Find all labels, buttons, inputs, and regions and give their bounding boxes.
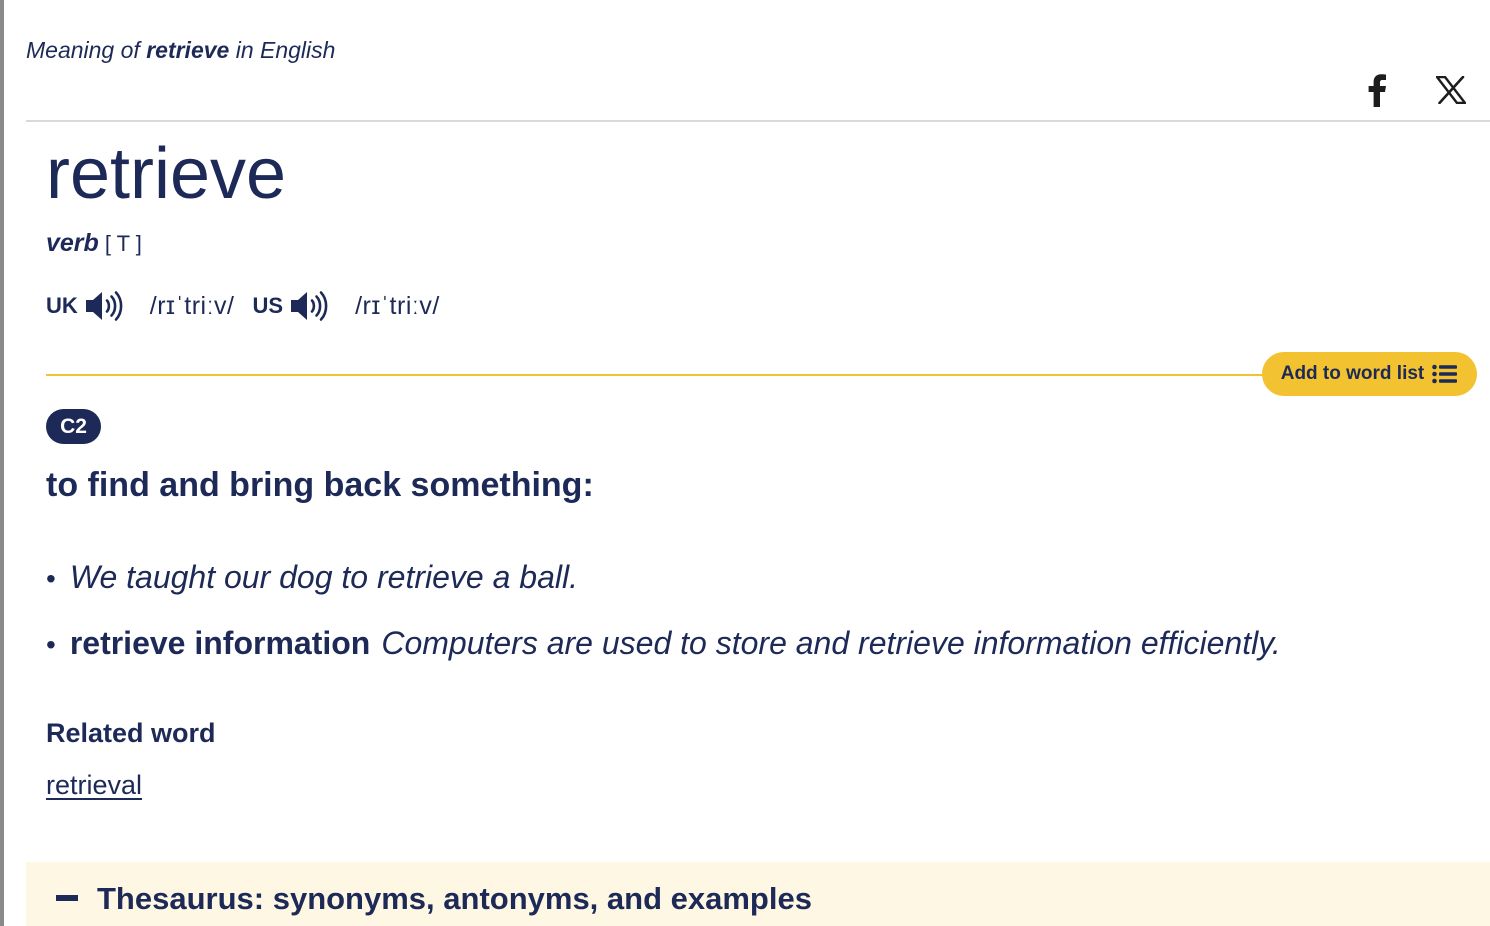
related-word-link[interactable]: retrieval [46,770,142,801]
thesaurus-toggle[interactable]: Thesaurus: synonyms, antonyms, and examp… [26,862,1490,926]
facebook-icon [1368,74,1386,107]
bullet: • [46,563,56,594]
uk-audio-button[interactable] [84,288,124,324]
grammar-code: [ T ] [104,231,142,256]
example-item: • retrieve information Computers are use… [46,625,1281,662]
us-audio-button[interactable] [289,288,329,324]
part-of-speech-line: verb[ T ] [46,229,142,258]
x-icon [1436,76,1466,104]
list-icon [1432,364,1458,384]
window-edge [0,0,4,926]
header-divider [26,120,1490,122]
example-text: Computers are used to store and retrieve… [381,625,1281,661]
minus-icon [56,895,78,901]
speaker-icon [85,291,123,321]
meaning-word: retrieve [146,37,230,63]
region-uk-label: UK [46,293,78,318]
example-item: • We taught our dog to retrieve a ball. [46,559,578,596]
related-word-label: Related word [46,718,216,748]
add-to-word-list-label: Add to word list [1280,363,1425,384]
facebook-share-button[interactable] [1357,70,1397,110]
meaning-header: Meaning of retrieve in English [26,37,335,64]
bullet: • [46,629,56,660]
add-to-word-list-button[interactable]: Add to word list [1262,352,1477,396]
headword: retrieve [46,134,287,214]
part-of-speech: verb [46,229,99,257]
x-share-button[interactable] [1431,70,1471,110]
us-ipa: /rɪˈtriːv/ [355,291,440,320]
thesaurus-title: Thesaurus: synonyms, antonyms, and examp… [97,881,812,916]
example-text: We taught our dog to retrieve a ball. [69,559,578,595]
region-us-label: US [252,293,284,318]
example-collocation: retrieve information [69,625,371,661]
definition-text: to find and bring back something: [46,466,594,504]
meaning-prefix: Meaning of [26,37,140,63]
meaning-suffix: in English [235,37,336,63]
dictionary-page: Meaning of retrieve in English retrieve … [0,0,1490,926]
pronunciation-row: UK /rɪˈtriːv/ US /rɪˈtriːv/ [46,286,458,326]
speaker-icon [291,291,328,321]
uk-ipa: /rɪˈtriːv/ [149,291,235,320]
cefr-level-badge: C2 [46,409,101,444]
